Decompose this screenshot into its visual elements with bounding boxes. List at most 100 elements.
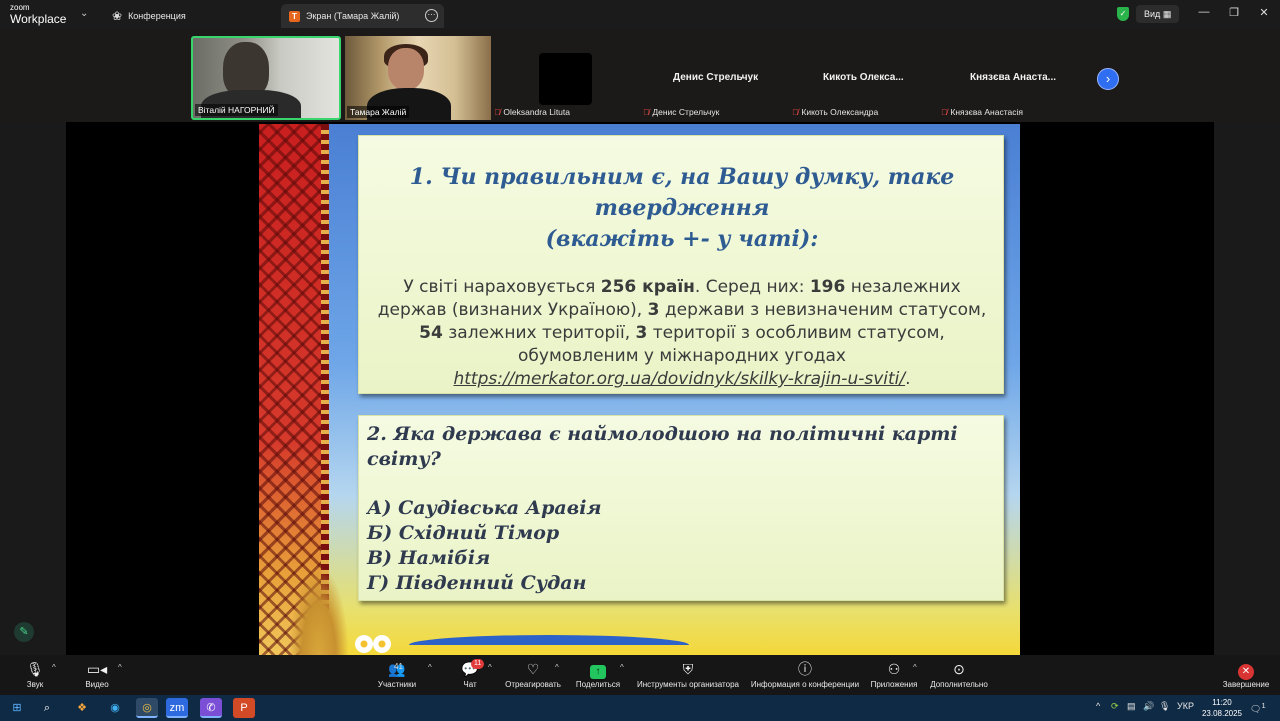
end-label: Завершение (1222, 680, 1270, 689)
audio-tile-name[interactable]: Денис Стрельчук (673, 72, 758, 83)
meeting-info-label: Информация о конференции (750, 680, 860, 689)
chevron-right-icon: › (1105, 71, 1111, 86)
more-icon: ⊙ (953, 661, 965, 677)
security-shield-icon[interactable]: ✓ (1117, 7, 1129, 21)
audio-tile-label: 🎙̸ Oleksandra Lituta (494, 107, 570, 117)
meeting-icon: ❀ (112, 9, 123, 23)
chat-label: Чат (463, 680, 477, 689)
flag-ribbon (409, 635, 689, 655)
microphone-icon: 🎙 (26, 661, 44, 677)
end-meeting-button[interactable]: ✕ Завершение (1220, 659, 1272, 689)
q1-text: . Серед них: (694, 277, 810, 297)
audio-tile-name[interactable]: Кикоть Олекса... (823, 72, 904, 83)
audio-tile-name[interactable]: Князєва Анаста... (970, 72, 1056, 83)
chat-button[interactable]: 💬 11 Чат (458, 659, 485, 689)
audio-button[interactable]: 🎙 Звук (22, 659, 48, 689)
video-tile-active-speaker[interactable]: Віталій НАГОРНИЙ (191, 36, 341, 120)
video-button[interactable]: ▭◂ Видео (82, 659, 112, 689)
share-button[interactable]: ↑ Поделиться (575, 659, 621, 689)
participant-head (388, 48, 424, 90)
participant-label: Oleksandra Lituta (503, 107, 570, 117)
participant-label: Денис Стрельчук (652, 107, 720, 117)
time: 11:20 (1212, 698, 1232, 707)
close-button[interactable]: ✕ (1254, 6, 1274, 19)
volume-icon[interactable]: 🔊 (1143, 701, 1154, 712)
answer-option: Г) Південний Судан (367, 572, 587, 594)
participants-button[interactable]: 👥 41 Участники (375, 659, 419, 689)
mic-muted-icon: 🎙̸ (941, 107, 948, 117)
q1-bold: 54 (419, 323, 443, 343)
network-icon[interactable]: ▤ (1127, 701, 1136, 712)
tray-app-icon[interactable]: ⟳ (1111, 701, 1119, 712)
zoom-window: zoom Workplace ⌄ ❀ Конференция T Экран (… (0, 0, 1280, 721)
next-page-button[interactable]: › (1097, 68, 1119, 90)
chrome-icon[interactable]: ◎ (136, 698, 158, 718)
language-indicator[interactable]: УКР (1177, 701, 1194, 711)
share-chevron-icon[interactable]: ^ (620, 663, 624, 672)
share-screen-icon: ↑ (590, 665, 606, 679)
chat-unread-badge: 11 (471, 659, 485, 669)
search-icon[interactable]: ⌕ (36, 698, 58, 718)
chamomile-decoration (373, 635, 391, 653)
mic-muted-icon: 🎙̸ (792, 107, 799, 117)
question-1-title: 1. Чи правильним є, на Вашу думку, таке … (359, 162, 1005, 255)
date: 23.08.2025 (1201, 709, 1243, 718)
react-chevron-icon[interactable]: ^ (555, 663, 559, 672)
microphone-tray-icon[interactable]: 🎙 (1159, 701, 1170, 712)
q1-bold: 256 країн (600, 277, 695, 297)
powerpoint-icon[interactable]: P (233, 698, 255, 718)
tab-screen-label: Экран (Тамара Жалій) (306, 11, 400, 21)
react-button[interactable]: ♡ Отреагировать (504, 659, 562, 689)
question-1-text: У світі нараховується 256 країн. Серед н… (359, 276, 1005, 391)
mic-muted-icon: 🎙̸ (494, 107, 501, 117)
zoom-app-icon[interactable]: zm (166, 698, 188, 718)
windows-start-icon[interactable]: ⊞ (6, 698, 28, 718)
restore-button[interactable]: ❐ (1224, 6, 1244, 19)
more-label: Дополнительно (930, 680, 988, 689)
chat-chevron-icon[interactable]: ^ (488, 663, 492, 672)
tab-meeting[interactable]: ❀ Конференция (112, 4, 186, 28)
minimize-button[interactable]: — (1194, 6, 1214, 18)
video-tile[interactable]: Тамара Жалій (345, 36, 491, 120)
q1-title-line: (вкажіть +- у чаті): (545, 226, 819, 252)
audio-tile-label: 🎙̸ Денис Стрельчук (643, 107, 719, 117)
q1-text: держави з невизначеним статусом, (659, 300, 987, 320)
q1-text: . (905, 369, 911, 389)
q1-bold: 3 (635, 323, 648, 343)
q1-bold: 3 (647, 300, 660, 320)
view-button[interactable]: Вид ▦ (1136, 5, 1180, 23)
grid-icon: ▦ (1162, 9, 1172, 19)
video-options-chevron-icon[interactable]: ^ (118, 663, 122, 672)
share-label: Поделиться (575, 680, 621, 689)
viber-icon[interactable]: ✆ (200, 698, 222, 718)
more-icon[interactable]: ⋯ (425, 9, 438, 22)
question-2-box: 2. Яка держава є наймолодшою на політичн… (358, 415, 1004, 601)
participants-chevron-icon[interactable]: ^ (428, 663, 432, 672)
view-label: Вид (1144, 9, 1161, 19)
react-label: Отреагировать (505, 680, 561, 689)
close-icon: ✕ (1238, 664, 1254, 680)
share-source-icon: T (289, 10, 300, 22)
video-label: Видео (85, 680, 109, 689)
source-link: https://merkator.org.ua/dovidnyk/skilky-… (453, 369, 906, 389)
apps-chevron-icon[interactable]: ^ (913, 663, 917, 672)
apps-label: Приложения (870, 680, 918, 689)
edge-icon[interactable]: ◉ (104, 698, 126, 718)
audio-options-chevron-icon[interactable]: ^ (52, 663, 56, 672)
avatar-placeholder (539, 53, 592, 105)
participant-label: Князєва Анастасія (950, 107, 1023, 117)
title-bar: zoom Workplace ⌄ ❀ Конференция T Экран (… (0, 0, 1280, 30)
q1-title-line: твердження (594, 195, 770, 221)
host-tools-button[interactable]: ⛨ Инструменты организатора (636, 659, 740, 689)
brand-top: zoom (10, 3, 30, 12)
chevron-down-icon[interactable]: ⌄ (80, 8, 88, 19)
copilot-icon[interactable]: ❖ (71, 698, 93, 718)
meeting-info-button[interactable]: ⓘ Информация о конференции (750, 659, 860, 689)
q1-text: У світі нараховується (403, 277, 601, 297)
notifications-icon[interactable]: 🗨1 (1250, 701, 1266, 715)
tray-overflow-icon[interactable]: ^ (1096, 701, 1100, 711)
more-button[interactable]: ⊙ Дополнительно (928, 659, 990, 689)
clock[interactable]: 11:20 23.08.2025 (1200, 697, 1244, 719)
annotate-pen-icon[interactable]: ✎ (14, 622, 34, 642)
tab-screen-share[interactable]: T Экран (Тамара Жалій) ⋯ (281, 4, 444, 28)
